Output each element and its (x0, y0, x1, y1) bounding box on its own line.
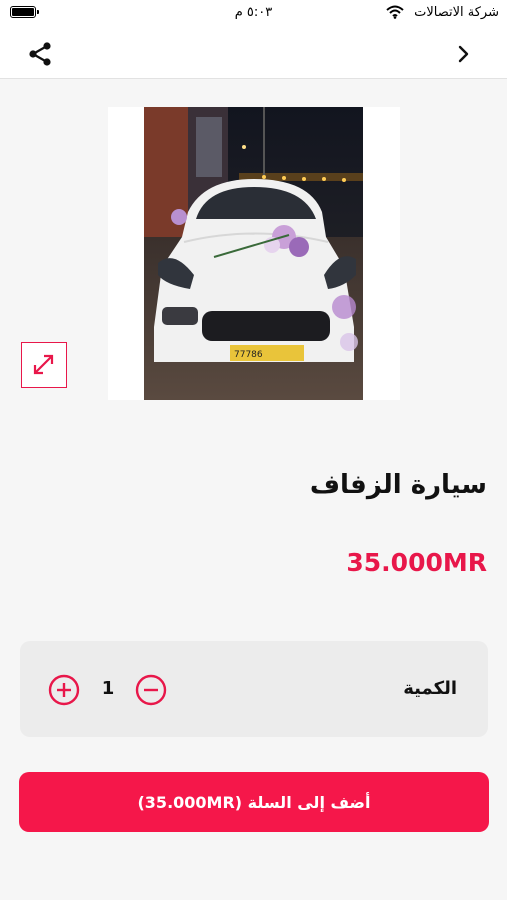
chevron-right-icon[interactable] (452, 40, 476, 68)
plus-circle-icon[interactable] (48, 674, 80, 706)
product-photo[interactable]: 77786 (144, 107, 363, 400)
quantity-value: 1 (101, 678, 115, 699)
minus-circle-icon[interactable] (135, 674, 167, 706)
product-price: 35.000MR (346, 548, 487, 577)
wifi-icon (386, 5, 404, 19)
expand-icon (33, 354, 54, 375)
add-to-cart-label: أضف إلى السلة (35.000MR) (137, 792, 371, 812)
add-to-cart-button[interactable]: أضف إلى السلة (35.000MR) (19, 772, 489, 832)
share-icon[interactable] (26, 40, 54, 68)
carrier-name: شركة الاتصالات (414, 5, 499, 20)
quantity-label: الكمية (403, 678, 457, 699)
nav-bar (0, 30, 507, 79)
product-title: سيارة الزفاف (309, 470, 487, 500)
expand-button[interactable] (21, 342, 67, 388)
svg-text:77786: 77786 (234, 350, 263, 360)
status-bar: ٥:٠٣ م شركة الاتصالات (0, 0, 507, 30)
